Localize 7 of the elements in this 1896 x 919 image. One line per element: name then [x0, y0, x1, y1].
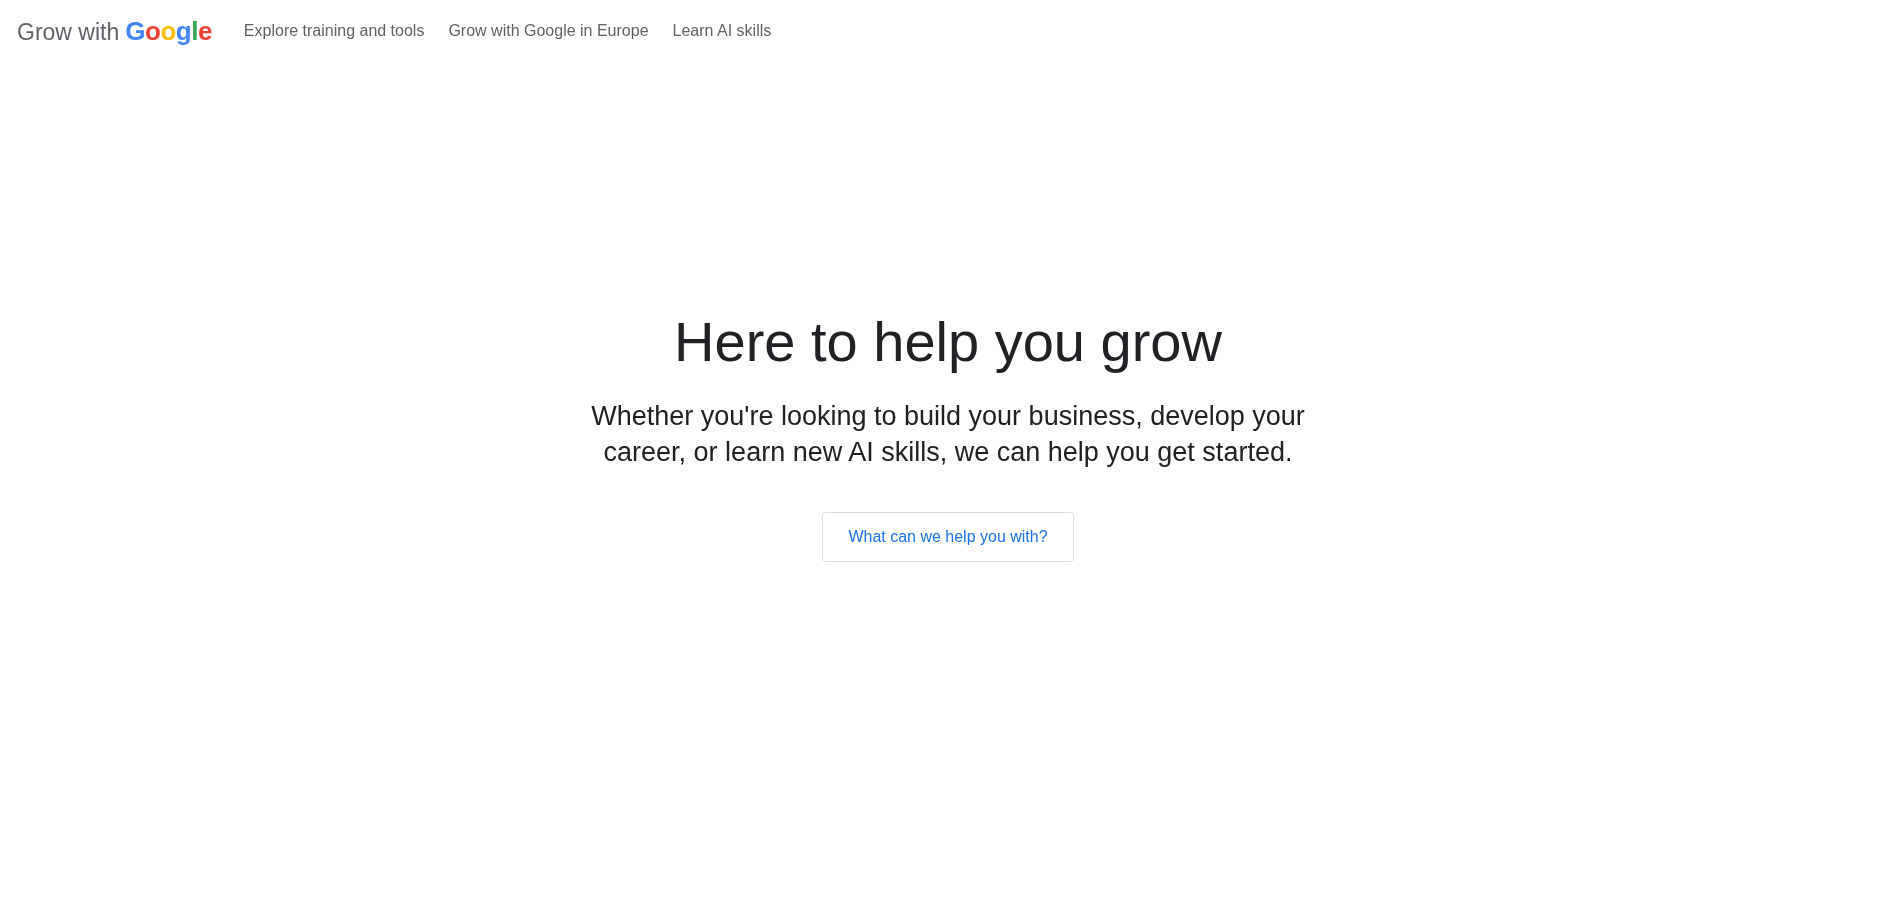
nav-link[interactable]: Grow with Google in Europe: [448, 19, 649, 43]
logo[interactable]: Grow with Google: [17, 11, 212, 51]
nav-link[interactable]: Explore training and tools: [243, 19, 425, 43]
hero-title: Here to help you grow: [674, 309, 1222, 375]
nav-link[interactable]: Learn AI skills: [672, 19, 772, 43]
help-button[interactable]: What can we help you with?: [822, 512, 1074, 562]
hero-subtitle: Whether you're looking to build your business, develop your career, or learn new AI skills, we can help you get started.: [590, 400, 1306, 469]
